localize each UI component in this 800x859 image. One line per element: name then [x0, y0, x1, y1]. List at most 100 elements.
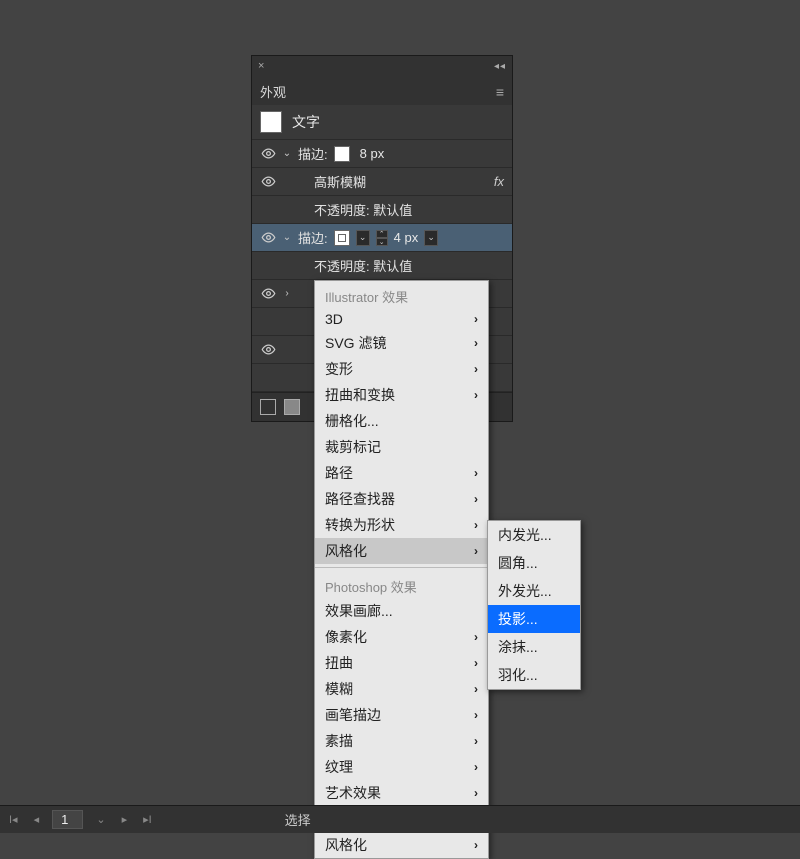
- step-up-icon[interactable]: ⌃: [376, 230, 388, 238]
- object-header: 文字: [252, 105, 512, 140]
- visibility-toggle[interactable]: [260, 174, 276, 190]
- submenu-arrow-icon: ›: [474, 786, 478, 800]
- submenu-arrow-icon: ›: [474, 362, 478, 376]
- visibility-toggle[interactable]: [260, 230, 276, 246]
- menu-item-label: 像素化: [325, 627, 367, 647]
- submenu-arrow-icon: ›: [474, 492, 478, 506]
- stroke-weight-stepper[interactable]: ⌃⌄ 4 px ⌄: [376, 230, 439, 246]
- weight-dropdown[interactable]: ⌄: [424, 230, 438, 246]
- prev-page-icon[interactable]: ◂: [31, 813, 43, 826]
- menu-item[interactable]: 3D›: [315, 308, 488, 330]
- menu-item[interactable]: 裁剪标记: [315, 434, 488, 460]
- panel-menu-icon[interactable]: ≡: [496, 84, 504, 100]
- visibility-toggle[interactable]: [260, 342, 276, 358]
- effect-row-blur[interactable]: 高斯模糊 fx: [252, 168, 512, 196]
- object-type-label: 文字: [292, 112, 320, 132]
- menu-item-label: 路径: [325, 463, 353, 483]
- submenu-item[interactable]: 羽化...: [488, 661, 580, 689]
- object-swatch[interactable]: [260, 111, 282, 133]
- menu-item[interactable]: 路径 ›: [315, 460, 488, 486]
- status-bar: I◂ ◂ 1 ⌄ ▸ ▸I 选择: [0, 805, 800, 833]
- opacity-label: 不透明度: 默认值: [314, 200, 412, 219]
- menu-item[interactable]: 模糊›: [315, 676, 488, 702]
- menu-item[interactable]: 变形 ›: [315, 356, 488, 382]
- menu-item[interactable]: 转换为形状 ›: [315, 512, 488, 538]
- effect-label: 高斯模糊: [314, 172, 366, 191]
- submenu-arrow-icon: ›: [474, 656, 478, 670]
- menu-item[interactable]: 风格化›: [315, 538, 488, 564]
- menu-section-header: Photoshop 效果: [315, 571, 488, 598]
- stroke-weight-value: 8 px: [356, 146, 389, 161]
- submenu-arrow-icon: ›: [474, 388, 478, 402]
- menu-item[interactable]: 效果画廊...: [315, 598, 488, 624]
- last-page-icon[interactable]: ▸I: [140, 813, 155, 826]
- menu-item-label: 模糊: [325, 679, 353, 699]
- menu-separator: [315, 567, 488, 568]
- menu-item[interactable]: SVG 滤镜›: [315, 330, 488, 356]
- menu-item[interactable]: 艺术效果 ›: [315, 780, 488, 806]
- menu-item-label: 风格化: [325, 835, 367, 855]
- menu-item[interactable]: 风格化 ›: [315, 832, 488, 858]
- panel-header: × ◂◂: [252, 56, 512, 76]
- collapse-icon[interactable]: ◂◂: [494, 61, 506, 72]
- menu-item-label: 素描: [325, 731, 353, 751]
- menu-item[interactable]: 画笔描边 ›: [315, 702, 488, 728]
- close-icon[interactable]: ×: [258, 60, 264, 72]
- menu-item-label: 画笔描边: [325, 705, 381, 725]
- panel-title[interactable]: 外观: [260, 82, 286, 101]
- expand-caret[interactable]: ›: [282, 288, 292, 299]
- submenu-arrow-icon: ›: [474, 544, 478, 558]
- expand-caret[interactable]: ⌄: [282, 232, 292, 243]
- submenu-item[interactable]: 圆角...: [488, 549, 580, 577]
- menu-item-label: 变形: [325, 359, 353, 379]
- first-page-icon[interactable]: I◂: [6, 813, 21, 826]
- submenu-arrow-icon: ›: [474, 838, 478, 852]
- stroke-label: 描边:: [298, 228, 328, 247]
- menu-item-label: 3D: [325, 311, 343, 327]
- menu-item-label: 纹理: [325, 757, 353, 777]
- submenu-item[interactable]: 涂抹...: [488, 633, 580, 661]
- visibility-toggle[interactable]: [260, 286, 276, 302]
- stroke-color-swatch[interactable]: [334, 230, 350, 246]
- no-fill-icon[interactable]: [260, 399, 276, 415]
- submenu-arrow-icon: ›: [474, 466, 478, 480]
- opacity-row-1[interactable]: 不透明度: 默认值: [252, 196, 512, 224]
- submenu-item[interactable]: 外发光...: [488, 577, 580, 605]
- swatch-dropdown[interactable]: ⌄: [356, 230, 370, 246]
- stroke-row-2[interactable]: ⌄ 描边: ⌄ ⌃⌄ 4 px ⌄: [252, 224, 512, 252]
- page-input[interactable]: 1: [52, 810, 83, 829]
- stroke-color-swatch[interactable]: [334, 146, 350, 162]
- menu-item[interactable]: 像素化›: [315, 624, 488, 650]
- submenu-item[interactable]: 内发光...: [488, 521, 580, 549]
- menu-item-label: 转换为形状: [325, 515, 395, 535]
- opacity-row-2[interactable]: 不透明度: 默认值: [252, 252, 512, 280]
- menu-item[interactable]: 栅格化...: [315, 408, 488, 434]
- menu-item-label: SVG 滤镜: [325, 333, 386, 353]
- opacity-label: 不透明度: 默认值: [314, 256, 412, 275]
- next-page-icon[interactable]: ▸: [119, 813, 131, 826]
- fx-badge[interactable]: fx: [494, 174, 504, 189]
- menu-item-label: 扭曲: [325, 653, 353, 673]
- menu-item-label: 扭曲和变换: [325, 385, 395, 405]
- submenu-arrow-icon: ›: [474, 760, 478, 774]
- menu-section-header: Illustrator 效果: [315, 281, 488, 308]
- step-down-icon[interactable]: ⌄: [376, 238, 388, 246]
- stroke-row-1[interactable]: ⌄ 描边: 8 px: [252, 140, 512, 168]
- menu-item-label: 艺术效果: [325, 783, 381, 803]
- menu-item[interactable]: 扭曲和变换 ›: [315, 382, 488, 408]
- visibility-toggle[interactable]: [260, 146, 276, 162]
- menu-item[interactable]: 素描›: [315, 728, 488, 754]
- menu-item[interactable]: 路径查找器 ›: [315, 486, 488, 512]
- submenu-item[interactable]: 投影...: [488, 605, 580, 633]
- menu-item-label: 路径查找器: [325, 489, 395, 509]
- expand-caret[interactable]: ⌄: [282, 148, 292, 159]
- menu-item[interactable]: 扭曲 ›: [315, 650, 488, 676]
- menu-item-label: 效果画廊...: [325, 601, 393, 621]
- stroke-icon[interactable]: [284, 399, 300, 415]
- stroke-weight-value: 4 px: [390, 230, 423, 245]
- page-dropdown-icon[interactable]: ⌄: [93, 813, 108, 826]
- stroke-label: 描边:: [298, 144, 328, 163]
- submenu-arrow-icon: ›: [474, 518, 478, 532]
- menu-item[interactable]: 纹理 ›: [315, 754, 488, 780]
- submenu-arrow-icon: ›: [474, 708, 478, 722]
